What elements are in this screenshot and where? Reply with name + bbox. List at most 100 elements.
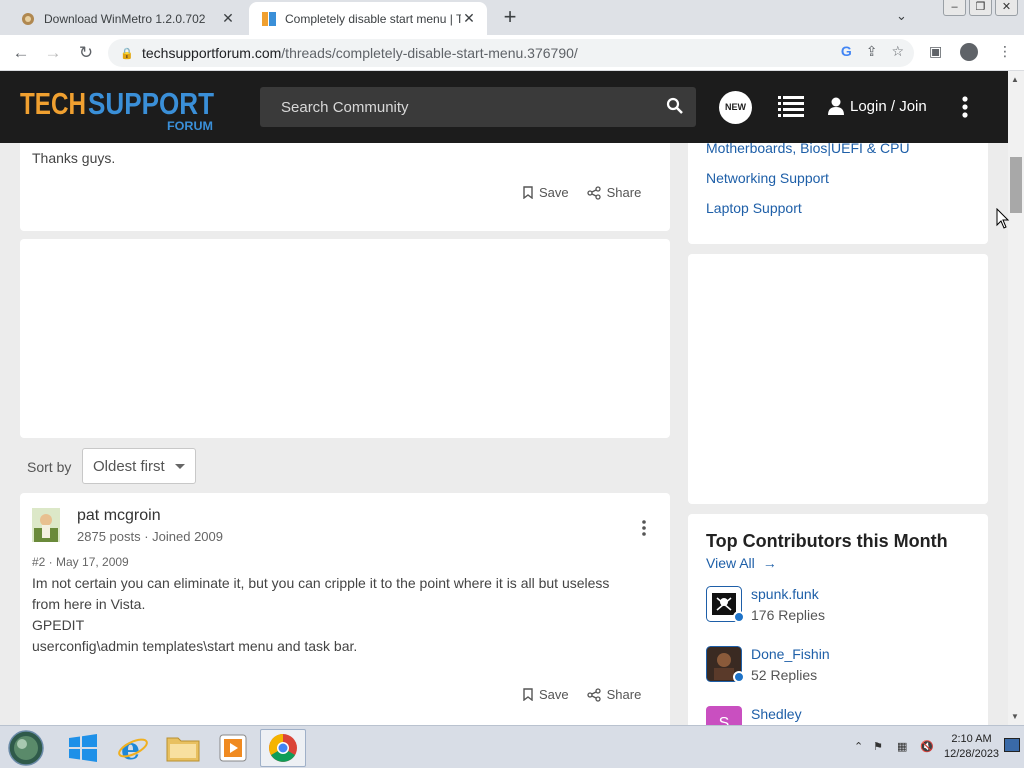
media-player-taskbar-button[interactable] [210, 729, 256, 767]
volume-muted-icon[interactable]: 🔇 [920, 740, 934, 753]
show-desktop-icon[interactable] [1004, 738, 1020, 752]
post-actions: Save Share [523, 687, 641, 702]
chrome-icon [269, 734, 297, 762]
share-page-icon[interactable]: ⇪ [866, 43, 878, 60]
save-label: Save [539, 687, 569, 702]
omnibox-actions: G ⇪ ☆ [841, 43, 904, 60]
close-window-button[interactable]: ✕ [995, 0, 1018, 16]
reply-line: userconfig\admin templates\start menu an… [32, 638, 358, 654]
bookmark-icon [523, 186, 533, 199]
site-header: TECH SUPPORT FORUM Search Community NEW … [0, 71, 1008, 143]
page-scrollbar[interactable]: ▲ ▼ [1008, 71, 1024, 725]
forum-link-networking[interactable]: Networking Support [706, 170, 829, 186]
author-name[interactable]: pat mcgroin [77, 507, 161, 525]
tab-close-icon[interactable]: ✕ [220, 10, 236, 27]
tab-close-icon[interactable]: ✕ [461, 10, 477, 27]
search-icon[interactable] [666, 97, 684, 115]
post-body: Thanks guys. [32, 150, 116, 166]
view-all-link[interactable]: View All → [706, 555, 777, 571]
more-menu-icon[interactable] [961, 96, 969, 118]
tab-title: Completely disable start menu | Tec [285, 11, 461, 26]
share-button[interactable]: Share [586, 687, 642, 702]
top-contributors-title: Top Contributors this Month [706, 531, 948, 551]
browser-toolbar: ← → ↻ 🔒 techsupportforum.com/threads/com… [0, 35, 1024, 71]
user-avatar[interactable] [32, 508, 60, 542]
restore-button[interactable]: ❐ [969, 0, 992, 16]
search-community-input[interactable]: Search Community [260, 87, 696, 127]
arrow-right-icon: → [762, 555, 777, 571]
share-label: Share [606, 185, 642, 200]
internet-explorer-icon: e [118, 732, 148, 764]
new-tab-button[interactable]: + [498, 6, 522, 28]
forum-link-laptop[interactable]: Laptop Support [706, 200, 802, 216]
bookmark-star-icon[interactable]: ☆ [891, 43, 904, 60]
contributor-name: Done_Fishin [751, 646, 830, 662]
svg-text:TECH: TECH [20, 86, 86, 121]
forward-arrow-icon[interactable]: → [42, 42, 64, 64]
start-button[interactable] [4, 729, 48, 767]
system-clock[interactable]: 2:10 AM 12/28/2023 [944, 732, 999, 762]
view-all-label: View All [706, 555, 755, 571]
reload-icon[interactable]: ↻ [75, 42, 97, 64]
sort-select[interactable]: Oldest first [82, 448, 196, 484]
forum-links-card: Motherboards, Bios|UEFI & CPU Networking… [688, 143, 988, 244]
share-label: Share [606, 687, 642, 702]
tab-search-chevron-icon[interactable]: ⌄ [896, 8, 907, 24]
post-id-date[interactable]: #2 · May 17, 2009 [32, 555, 129, 569]
action-center-flag-icon[interactable]: ⚑ [873, 740, 883, 753]
address-bar[interactable]: 🔒 techsupportforum.com/threads/completel… [108, 39, 914, 67]
save-button[interactable]: Save [523, 687, 569, 702]
scroll-down-arrow-icon[interactable]: ▼ [1011, 712, 1019, 721]
user-icon [828, 97, 844, 115]
tab-title: Download WinMetro 1.2.0.702 [44, 11, 206, 26]
search-placeholder: Search Community [281, 98, 409, 116]
contributor-replies: 52 Replies [751, 667, 818, 683]
bookmark-icon [523, 688, 533, 701]
chrome-taskbar-button[interactable] [260, 729, 306, 767]
scrollbar-thumb[interactable] [1010, 157, 1022, 213]
share-icon [586, 185, 601, 200]
windows-logo-taskbar-button[interactable] [60, 729, 106, 767]
reply-body: Im not certain you can eliminate it, but… [32, 573, 662, 657]
windows-logo-icon [69, 734, 97, 762]
google-icon[interactable]: G [841, 43, 852, 60]
sort-value: Oldest first [93, 457, 165, 475]
windows-taskbar: e ⌃ ⚑ ▦ 🔇 2:10 AM 12/28/2023 [0, 725, 1024, 768]
chrome-menu-icon[interactable]: ⋮ [998, 43, 1012, 60]
clock-time: 2:10 AM [951, 733, 992, 745]
new-posts-button[interactable]: NEW [719, 91, 752, 124]
post-actions: Save Share [523, 185, 641, 200]
url-path: /threads/completely-disable-start-menu.3… [281, 45, 578, 61]
contributor-name: Shedley [751, 706, 802, 722]
clock-date: 12/28/2023 [944, 748, 1000, 760]
reply-post-card: pat mcgroin 2875 posts · Joined 2009 #2 … [20, 493, 670, 725]
tab-completely-disable-start-menu[interactable]: Completely disable start menu | Tec ✕ [249, 2, 487, 35]
svg-text:e: e [121, 732, 140, 764]
back-arrow-icon[interactable]: ← [10, 42, 32, 64]
file-explorer-taskbar-button[interactable] [160, 729, 206, 767]
save-button[interactable]: Save [523, 185, 569, 200]
reply-line: Im not certain you can eliminate it, but… [32, 575, 610, 591]
top-contributors-card: Top Contributors this Month View All → s… [688, 514, 988, 725]
login-join-button[interactable]: Login / Join [828, 97, 927, 115]
profile-avatar-icon[interactable] [960, 43, 978, 61]
tab-download-winmetro[interactable]: Download WinMetro 1.2.0.702 ✕ [8, 2, 246, 35]
forum-link-motherboards[interactable]: Motherboards, Bios|UEFI & CPU [706, 143, 910, 156]
tray-overflow-chevron-icon[interactable]: ⌃ [854, 740, 863, 753]
contributor-avatar: S [706, 706, 742, 725]
techsupport-forum-logo[interactable]: TECH SUPPORT FORUM [20, 84, 216, 132]
minimize-button[interactable]: – [943, 0, 966, 16]
scroll-up-arrow-icon[interactable]: ▲ [1011, 75, 1019, 84]
post-options-icon[interactable] [641, 520, 647, 536]
internet-explorer-taskbar-button[interactable]: e [110, 729, 156, 767]
reply-line: from here in Vista. [32, 596, 146, 612]
reply-line: GPEDIT [32, 617, 85, 633]
login-label: Login / Join [850, 97, 927, 115]
sort-by-label: Sort by [27, 459, 72, 475]
side-panel-icon[interactable]: ▣ [929, 43, 942, 60]
mouse-cursor-icon [996, 208, 1010, 229]
author-meta: 2875 posts · Joined 2009 [77, 529, 223, 544]
list-icon[interactable] [778, 95, 804, 119]
share-button[interactable]: Share [586, 185, 642, 200]
network-icon[interactable]: ▦ [897, 740, 907, 753]
